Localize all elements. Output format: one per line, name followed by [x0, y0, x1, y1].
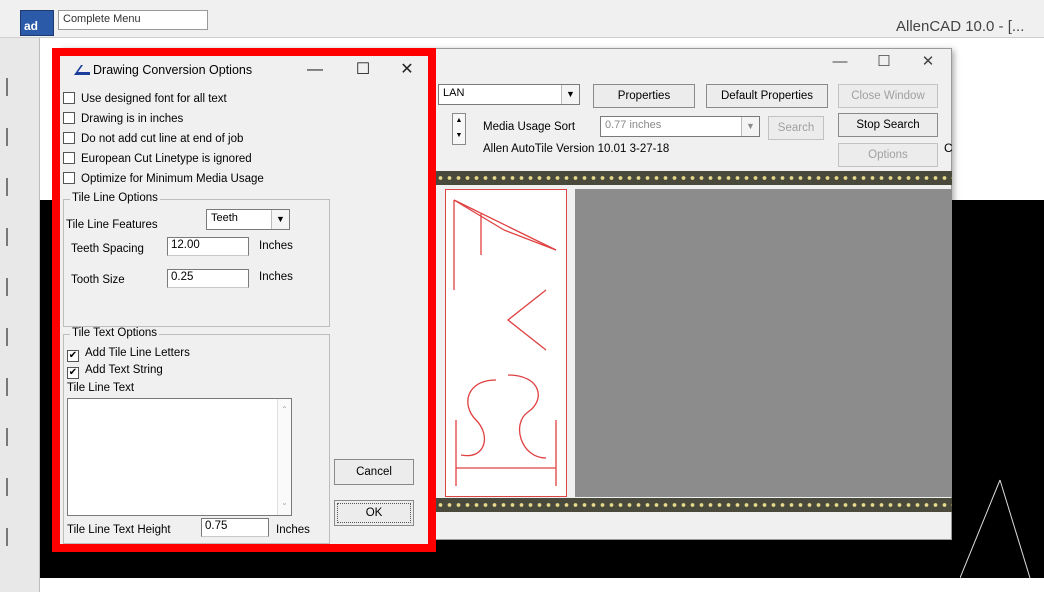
menu-select[interactable]: Complete Menu — [58, 10, 208, 30]
dropdown-arrow-icon[interactable]: ▼ — [561, 85, 579, 104]
teeth-spacing-label: Teeth Spacing — [71, 243, 144, 255]
checkbox-no-cut-line[interactable]: Do not add cut line at end of job — [63, 132, 243, 148]
options-button[interactable]: Options — [838, 143, 938, 167]
checkbox-designed-font[interactable]: Use designed font for all text — [63, 92, 227, 108]
spin-up-icon[interactable]: ▲ — [453, 114, 465, 129]
media-strip-top — [436, 171, 952, 185]
media-usage-sort-value: 0.77 inches — [605, 119, 662, 131]
ok-button[interactable]: OK — [334, 500, 414, 526]
tile-line-text-height-input[interactable]: 0.75 — [201, 518, 269, 537]
tile-line-options-title: Tile Line Options — [70, 192, 160, 204]
app-title: AllenCAD 10.0 - [... — [896, 18, 1025, 35]
tile-preview — [445, 189, 567, 497]
tile-line-text-label: Tile Line Text — [67, 382, 135, 394]
dialog-title: Drawing Conversion Options — [93, 63, 253, 77]
spin-control[interactable]: ▲ ▼ — [452, 113, 466, 145]
checkbox-label: European Cut Linetype is ignored — [81, 153, 252, 165]
tool-icon[interactable] — [6, 528, 32, 546]
checkbox-box[interactable] — [63, 112, 75, 124]
scrollbar[interactable]: ⌃ ⌄ — [277, 399, 291, 515]
tool-icon[interactable] — [6, 328, 32, 346]
dropdown-arrow-icon[interactable]: ▼ — [271, 210, 289, 229]
version-label: Allen AutoTile Version 10.01 3-27-18 — [483, 143, 670, 155]
checkbox-label: Add Text String — [85, 364, 163, 376]
tool-icon[interactable] — [6, 178, 32, 196]
checkmark-icon[interactable]: ✔ — [67, 367, 79, 379]
checkbox-box[interactable] — [63, 172, 75, 184]
device-select[interactable]: LAN ▼ — [438, 84, 580, 105]
maximize-icon[interactable]: ☐ — [869, 53, 899, 73]
stop-search-button[interactable]: Stop Search — [838, 113, 938, 137]
checkbox-box[interactable] — [63, 132, 75, 144]
spin-down-icon[interactable]: ▼ — [453, 129, 465, 144]
app-logo-icon[interactable]: ad — [20, 10, 54, 36]
tool-icon[interactable] — [6, 78, 32, 96]
search-button[interactable]: Search — [768, 116, 824, 140]
tool-icon[interactable] — [6, 278, 32, 296]
checkbox-box[interactable] — [63, 92, 75, 104]
teeth-spacing-unit: Inches — [259, 240, 293, 252]
tool-icon[interactable] — [6, 428, 32, 446]
teeth-spacing-input[interactable]: 12.00 — [167, 237, 249, 256]
tile-line-text-height-label: Tile Line Text Height — [67, 524, 171, 536]
allen-logo-icon — [74, 65, 90, 75]
checkbox-box[interactable] — [63, 152, 75, 164]
tool-icon[interactable] — [6, 228, 32, 246]
tile-line-features-label: Tile Line Features — [66, 219, 158, 231]
checkbox-label: Drawing is in inches — [81, 113, 184, 125]
media-usage-sort-label: Media Usage Sort — [483, 121, 576, 133]
tooth-size-input[interactable]: 0.25 — [167, 269, 249, 288]
device-select-value: LAN — [443, 87, 465, 99]
tool-icon[interactable] — [6, 478, 32, 496]
checkbox-add-string[interactable]: ✔ Add Text String — [67, 364, 163, 380]
cancel-button[interactable]: Cancel — [334, 459, 414, 485]
tool-icon[interactable] — [6, 128, 32, 146]
tile-line-features-value: Teeth — [211, 212, 238, 224]
maximize-icon[interactable]: ☐ — [348, 60, 378, 82]
tool-icon[interactable] — [6, 378, 32, 396]
drawing-lines — [960, 479, 1031, 578]
minimize-icon[interactable]: — — [825, 53, 855, 73]
tile-line-text-area[interactable]: ⌃ ⌄ — [67, 398, 292, 516]
default-properties-button[interactable]: Default Properties — [706, 84, 828, 108]
checkbox-optimize-media[interactable]: Optimize for Minimum Media Usage — [63, 172, 264, 188]
checkbox-label: Add Tile Line Letters — [85, 347, 190, 359]
dropdown-arrow-icon[interactable]: ▼ — [741, 117, 759, 136]
minimize-icon[interactable]: — — [300, 60, 330, 82]
checkbox-european-cut[interactable]: European Cut Linetype is ignored — [63, 152, 252, 168]
tile-preview-drawing — [453, 199, 557, 486]
tile-text-options-title: Tile Text Options — [70, 327, 160, 339]
media-strip-bottom — [436, 498, 952, 512]
left-toolbar — [0, 38, 40, 592]
checkbox-add-letters[interactable]: ✔ Add Tile Line Letters — [67, 347, 190, 363]
checkbox-label: Optimize for Minimum Media Usage — [81, 173, 264, 185]
media-area — [575, 189, 952, 497]
tile-line-text-height-unit: Inches — [276, 524, 310, 536]
truncated-label: C — [944, 141, 953, 155]
checkbox-label: Use designed font for all text — [81, 93, 227, 105]
tooth-size-label: Tooth Size — [71, 274, 125, 286]
checkbox-label: Do not add cut line at end of job — [81, 133, 244, 145]
checkmark-icon[interactable]: ✔ — [67, 350, 79, 362]
checkbox-inches[interactable]: Drawing is in inches — [63, 112, 183, 128]
close-icon[interactable]: ✕ — [913, 53, 943, 73]
close-icon[interactable]: ✕ — [392, 60, 422, 82]
close-window-button[interactable]: Close Window — [838, 84, 938, 108]
properties-button[interactable]: Properties — [593, 84, 695, 108]
media-usage-sort-select[interactable]: 0.77 inches ▼ — [600, 116, 760, 137]
tooth-size-unit: Inches — [259, 271, 293, 283]
tile-line-features-select[interactable]: Teeth ▼ — [206, 209, 290, 230]
